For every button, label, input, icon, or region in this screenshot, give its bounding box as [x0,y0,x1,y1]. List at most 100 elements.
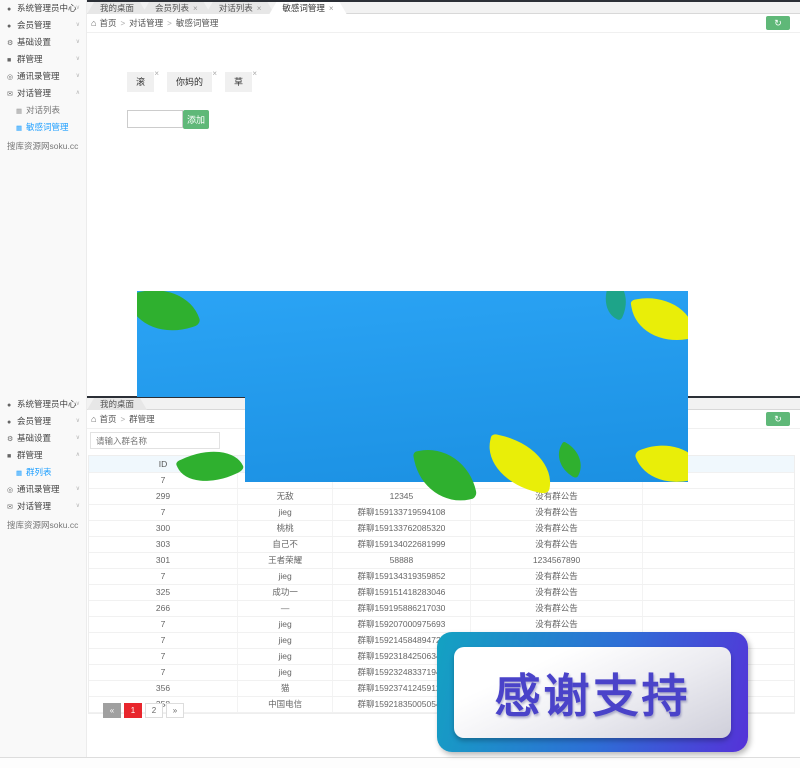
member-icon: ● [7,414,17,431]
thanks-banner: 感谢支持 [437,632,748,752]
tab-label: 对话列表 [219,3,253,13]
sidebar-item-label: 系统管理员中心 [17,3,77,13]
table-row: 7jieg群聊159207000975693没有群公告 [89,617,794,633]
close-icon[interactable]: × [252,64,257,84]
menu-grid-icon: ▦ [16,103,26,120]
table-cell [642,601,794,616]
new-word-input[interactable] [127,110,183,128]
table-cell: 没有群公告 [470,617,643,632]
table-cell: 7 [89,569,237,584]
sidebar-item[interactable]: ◎通讯录管理∨ [0,68,86,85]
sidebar-item[interactable]: ●会员管理 ∨ [0,17,86,34]
table-row: 300桃桃群聊159133762085320没有群公告 [89,521,794,537]
prev-page-button[interactable]: « [103,703,121,718]
table-cell: 自己不 [237,537,332,552]
chat-icon: ✉ [7,86,17,103]
group-search-input[interactable] [90,432,220,449]
close-icon[interactable]: × [329,4,334,13]
sidebar-item-label: 通讯录管理 [17,484,60,494]
close-icon[interactable]: × [154,64,159,84]
table-cell: 300 [89,521,237,536]
yellow-leaf-icon [630,290,695,347]
home-icon: ⌂ [91,414,96,424]
table-cell: 没有群公告 [470,521,643,536]
table-cell: 266 [89,601,237,616]
sensitive-word-label: 草 [234,77,243,87]
current-page-button[interactable]: 1 [124,703,142,718]
table-row: 7jieg群聊159134319359852没有群公告 [89,569,794,585]
close-icon[interactable]: × [212,64,217,84]
tab-我的桌面[interactable]: 我的桌面 [87,2,147,14]
sidebar-item[interactable]: ●系统管理员中心∨ [0,0,86,17]
table-cell: 没有群公告 [470,505,643,520]
tab-会员列表[interactable]: 会员列表 × [142,2,211,14]
table-cell: — [237,601,332,616]
sensitive-word-tag: 滚× [127,72,154,92]
table-cell: jieg [237,633,332,648]
breadcrumb-bar: ⌂首页>对话管理>敏感词管理 ↻ [87,14,800,33]
tab-敏感词管理[interactable]: 敏感词管理× [269,2,346,14]
thanks-banner-text: 感谢支持 [495,660,691,726]
chevron-up-icon: ∧ [76,447,80,464]
chevron-down-icon: ∨ [76,498,80,515]
sidebar-item[interactable]: ●系统管理员中心∨ [0,396,86,413]
sidebar-item-label: 会员管理 [17,416,51,426]
sidebar-item-sub[interactable]: ▦群列表 [0,464,86,481]
table-cell: 303 [89,537,237,552]
sidebar-item[interactable]: ■群管理∧ [0,447,86,464]
sidebar-item[interactable]: ●会员管理 ∨ [0,413,86,430]
sidebar-item-label: 会员管理 [17,20,51,30]
table-row: 303自己不群聊159134022681999没有群公告 [89,537,794,553]
table-cell [642,521,794,536]
sidebar-item[interactable]: ✉对话管理∨ [0,498,86,515]
table-cell [642,617,794,632]
table-cell: 群聊159195886217030 [332,601,469,616]
menu-grid-icon: ▦ [16,120,26,137]
chevron-down-icon: ∨ [76,481,80,498]
table-cell: 没有群公告 [470,537,643,552]
tab-bar: 我的桌面会员列表×对话列表×敏感词管理× [87,0,800,14]
refresh-button[interactable]: ↻ [766,16,790,30]
table-cell: 王者荣耀 [237,553,332,568]
sidebar-item-sub[interactable]: ▦敏感词管理 [0,119,86,136]
refresh-button[interactable]: ↻ [766,412,790,426]
sidebar-item[interactable]: ⚙基础设置∨ [0,430,86,447]
tab-label: 会员列表 [155,3,189,13]
chevron-down-icon: ∨ [76,413,80,430]
sidebar-item[interactable]: ⚙基础设置∨ [0,34,86,51]
page-button[interactable]: 2 [145,703,163,718]
member-icon: ● [7,18,17,35]
table-row: 325成功一群聊159151418283046没有群公告 [89,585,794,601]
close-icon[interactable]: × [257,4,262,13]
table-cell: 7 [89,505,237,520]
table-cell: 桃桃 [237,521,332,536]
sidebar-item[interactable]: ◎通讯录管理∨ [0,481,86,498]
sidebar-item-sub[interactable]: ▦对话列表 [0,102,86,119]
table-cell: 7 [89,665,237,680]
table-cell: 猫 [237,681,332,696]
breadcrumb-item[interactable]: 首页 [99,414,116,424]
table-cell: 没有群公告 [470,569,643,584]
chevron-down-icon: ∨ [76,34,80,51]
table-cell [642,537,794,552]
sidebar-item[interactable]: ■群管理∨ [0,51,86,68]
tab-我的桌面[interactable]: 我的桌面 [87,398,147,410]
chevron-down-icon: ∨ [76,0,80,17]
sidebar-item[interactable]: ✉对话管理∧ [0,85,86,102]
table-cell: 299 [89,489,237,504]
chat-icon: ✉ [7,499,17,516]
table-row: 7jieg群聊159133719594108没有群公告 [89,505,794,521]
breadcrumb-item[interactable]: 首页 [99,18,116,28]
table-cell [642,489,794,504]
chevron-down-icon: ∨ [76,17,80,34]
table-cell: 中国电信 [237,697,332,712]
next-page-button[interactable]: » [166,703,184,718]
close-icon[interactable]: × [193,4,198,13]
table-cell: jieg [237,505,332,520]
table-cell: 群聊159207000975693 [332,617,469,632]
add-word-button[interactable]: 添加 [183,110,209,129]
settings-gear-icon: ⚙ [7,35,17,52]
sensitive-word-tag: 你妈的× [167,72,212,92]
table-row: 301王者荣耀588881234567890 [89,553,794,569]
tab-对话列表[interactable]: 对话列表 × [206,2,275,14]
